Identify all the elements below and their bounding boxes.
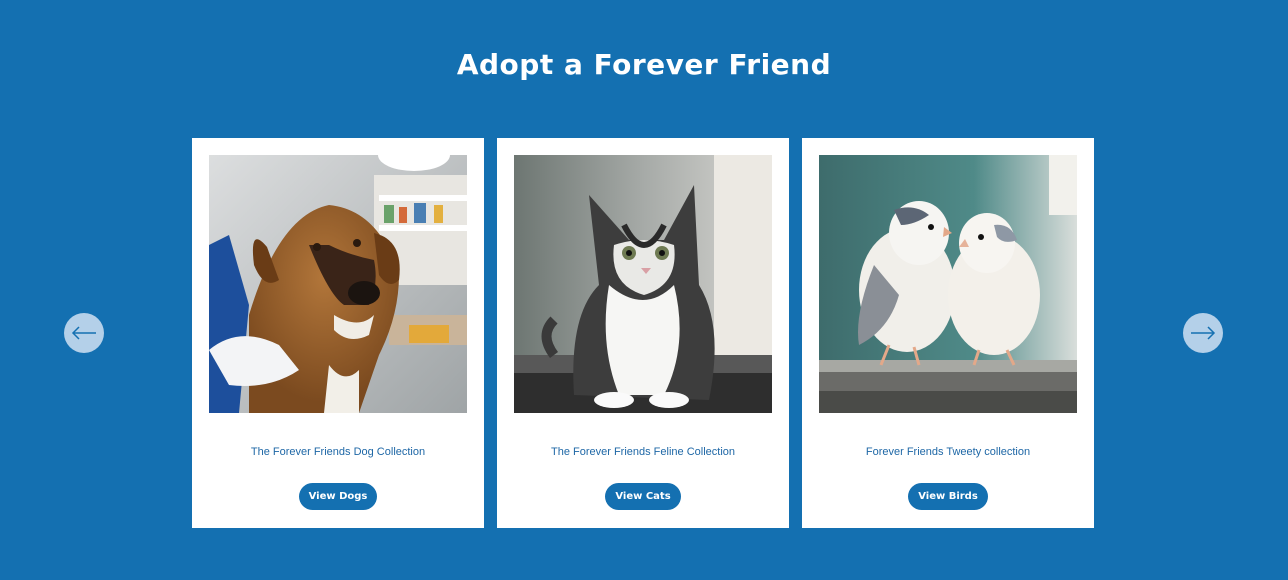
view-dogs-button[interactable]: View Dogs [299,483,377,510]
birds-photo [819,155,1077,413]
carousel-prev-button[interactable] [64,313,104,353]
card-birds: Forever Friends Tweety collection View B… [802,138,1094,528]
view-cats-button[interactable]: View Cats [605,483,681,510]
view-birds-button[interactable]: View Birds [908,483,988,510]
arrow-right-icon [1191,326,1216,340]
carousel-next-button[interactable] [1183,313,1223,353]
dog-photo [209,155,467,413]
page: Adopt a Forever Friend The Forever Frien… [0,0,1288,580]
kitten-photo [514,155,772,413]
card-caption: Forever Friends Tweety collection [865,446,1031,458]
pet-carousel: The Forever Friends Dog Collection View … [0,0,1288,580]
card-dogs: The Forever Friends Dog Collection View … [192,138,484,528]
card-caption: The Forever Friends Feline Collection [550,446,736,458]
card-cats: The Forever Friends Feline Collection Vi… [497,138,789,528]
card-caption: The Forever Friends Dog Collection [250,446,426,458]
arrow-left-icon [71,326,96,340]
